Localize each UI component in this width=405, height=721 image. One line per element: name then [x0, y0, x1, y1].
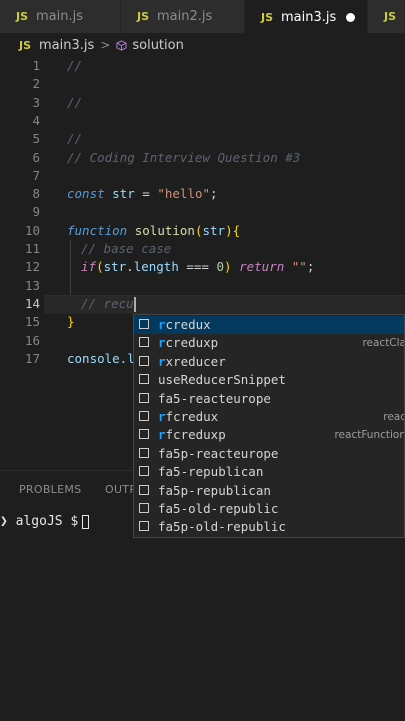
code-line-11: // base case [81, 241, 172, 256]
code-line-1: // [67, 58, 83, 73]
line-number: 7 [32, 167, 40, 183]
chevron-right-icon: > [100, 38, 111, 52]
tab-label: main.js [36, 9, 84, 24]
autocomplete-suggestions[interactable]: rcredux rcreduxp reactCla rxreducer useRe… [133, 314, 405, 538]
suggestion-item[interactable]: rfcredux reac [134, 408, 404, 426]
snippet-icon [139, 484, 149, 495]
line-number: 4 [32, 112, 40, 128]
line-number: 14 [24, 296, 40, 311]
code-line-6: // Coding Interview Question #3 [67, 149, 301, 165]
tab-label: main2.js [157, 9, 213, 24]
code-line-15: } [67, 314, 75, 330]
line-number: 11 [24, 241, 40, 256]
tab-output[interactable]: OUTP [105, 483, 136, 496]
suggestion-item[interactable]: fa5-old-republic [134, 500, 404, 518]
snippet-icon [139, 503, 149, 513]
suggestion-item[interactable]: fa5p-republican [134, 482, 404, 500]
snippet-icon [139, 337, 149, 348]
suggestion-item[interactable]: rcredux [134, 316, 404, 335]
suggestion-item[interactable]: rfcreduxp reactFunction [134, 426, 404, 444]
line-number: 2 [32, 76, 40, 92]
code-line-5: // [67, 131, 83, 147]
snippet-icon [139, 447, 149, 458]
line-number: 10 [24, 222, 40, 238]
tab-main2-js[interactable]: JS main2.js [121, 0, 245, 33]
code-line-14: // recu [81, 296, 136, 312]
line-number: 9 [32, 204, 40, 220]
line-number: 16 [24, 332, 40, 348]
code-line-10: function solution(str){ [67, 222, 241, 238]
line-number: 1 [32, 58, 40, 73]
method-cube-icon [116, 39, 127, 51]
breadcrumb-file[interactable]: main3.js [39, 38, 94, 53]
terminal[interactable]: ❯ algoJS $ [0, 514, 90, 529]
tab-label: main3.js [281, 9, 337, 25]
tab-bar: JS main.js JS main2.js JS main3.js JS ma [0, 0, 405, 33]
terminal-prompt-arrow-icon: ❯ [0, 514, 8, 529]
terminal-prompt: algoJS $ [15, 514, 79, 529]
text-caret [133, 297, 136, 312]
tab-main4-js[interactable]: JS ma [368, 0, 405, 33]
suggestion-item[interactable]: rcreduxp reactCla [134, 334, 404, 352]
snippet-icon [139, 374, 149, 385]
suggestion-item[interactable]: fa5p-reacteurope [134, 445, 404, 463]
suggestion-item[interactable]: fa5-republican [134, 463, 404, 481]
suggestion-item[interactable]: useReducerSnippet [134, 371, 404, 389]
snippet-icon [139, 429, 149, 440]
tab-main3-js[interactable]: JS main3.js [245, 0, 368, 33]
js-file-icon: JS [384, 10, 397, 23]
suggestion-item[interactable]: rxreducer [134, 353, 404, 371]
line-number: 17 [24, 350, 40, 366]
snippet-icon [139, 411, 149, 421]
line-number: 12 [24, 259, 40, 275]
js-file-icon: JS [19, 38, 32, 52]
snippet-icon [139, 466, 149, 477]
code-line-12: if(str.length === 0) return ""; [81, 259, 315, 275]
snippet-icon [139, 319, 149, 329]
tab-problems[interactable]: PROBLEMS [19, 483, 81, 496]
snippet-icon [139, 355, 149, 366]
code-line-17: console.l [67, 350, 135, 366]
indent-guide [70, 240, 71, 295]
line-number: 5 [32, 131, 40, 147]
js-file-icon: JS [16, 10, 29, 23]
js-file-icon: JS [137, 10, 150, 23]
terminal-cursor [82, 514, 90, 529]
code-line-3: // [67, 94, 83, 110]
breadcrumb: JS main3.js > solution [0, 33, 405, 57]
suggestion-item[interactable]: fa5p-old-republic [134, 518, 404, 536]
breadcrumb-symbol[interactable]: solution [132, 38, 183, 53]
js-file-icon: JS [261, 10, 274, 24]
code-line-8: const str = "hello"; [67, 186, 218, 202]
line-number: 3 [32, 94, 40, 110]
snippet-icon [139, 521, 149, 532]
tab-main-js[interactable]: JS main.js [0, 0, 121, 33]
unsaved-dot-icon[interactable] [346, 13, 355, 22]
snippet-icon [139, 392, 149, 403]
line-number: 15 [24, 314, 40, 330]
line-number: 8 [32, 186, 40, 202]
line-number: 6 [32, 149, 40, 165]
suggestion-item[interactable]: fa5-reacteurope [134, 390, 404, 408]
line-number: 13 [24, 277, 40, 293]
